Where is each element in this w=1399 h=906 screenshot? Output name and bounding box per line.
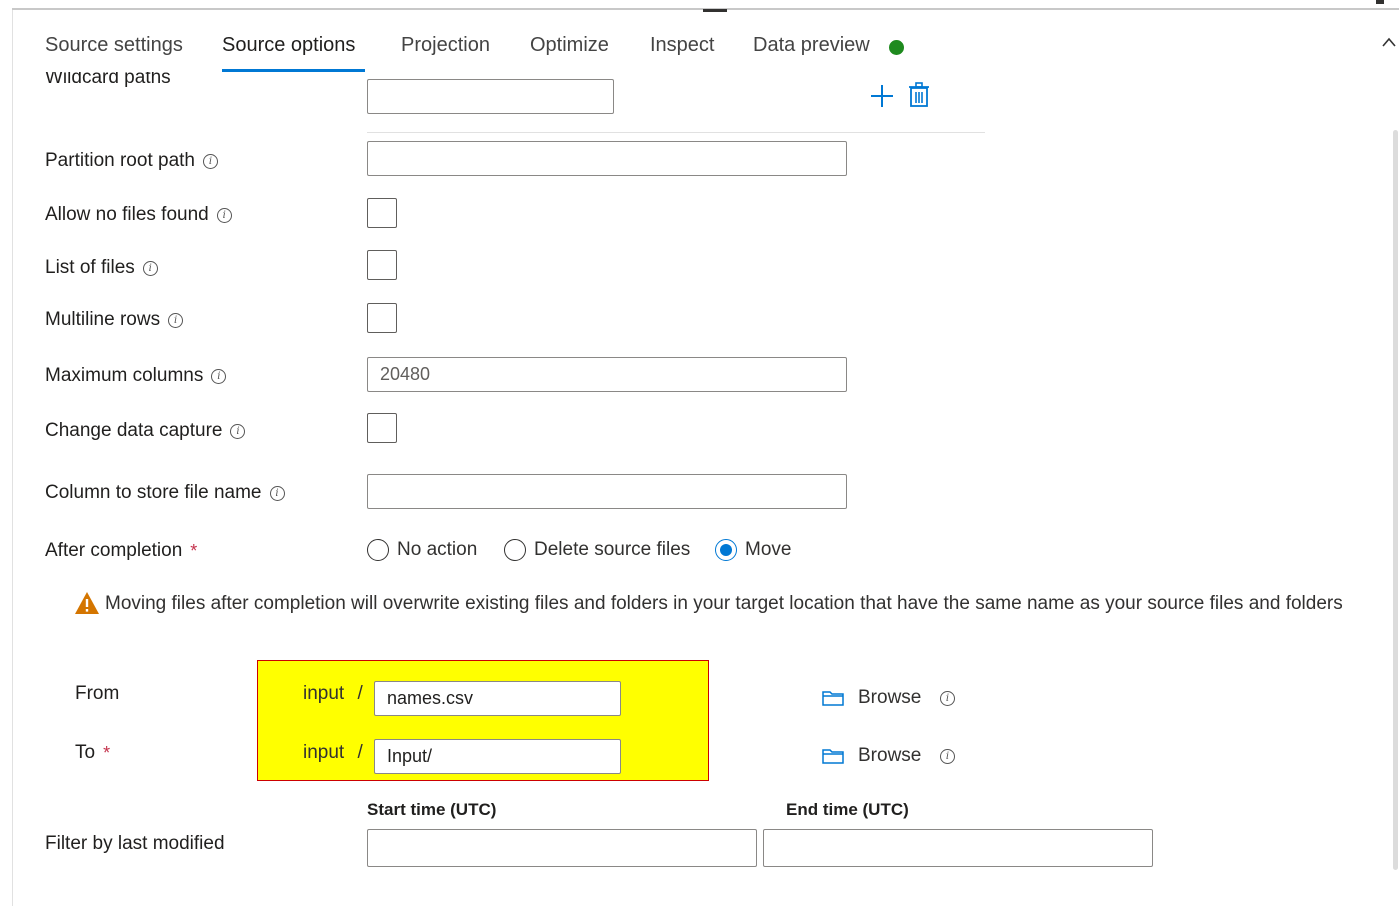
multiline-rows-text: Multiline rows (45, 309, 161, 330)
change-data-capture-checkbox[interactable] (367, 413, 397, 443)
tab-projection[interactable]: Projection (401, 34, 490, 57)
from-text: From (75, 683, 120, 704)
filter-last-modified-label: Filter by last modified (45, 831, 225, 857)
to-separator: / (357, 742, 363, 763)
info-icon[interactable]: i (142, 260, 158, 276)
multiline-rows-label: Multiline rows i (45, 307, 184, 333)
trash-icon[interactable] (908, 82, 930, 108)
chevron-up-icon[interactable] (1381, 36, 1397, 48)
after-completion-label: After completion * (45, 538, 197, 564)
from-separator: / (357, 683, 363, 704)
radio-circle[interactable] (367, 539, 389, 561)
tab-source-settings[interactable]: Source settings (45, 34, 183, 57)
from-path-value: names.csv (387, 688, 474, 708)
wildcard-path-input[interactable] (367, 79, 614, 114)
partition-root-path-input[interactable] (367, 141, 847, 176)
radio-move-label: Move (745, 539, 792, 560)
plus-icon[interactable] (870, 84, 894, 108)
after-completion-text: After completion (45, 540, 183, 561)
radio-no-action[interactable]: No action (367, 539, 477, 561)
to-path-value: Input/ (387, 746, 433, 766)
start-time-input[interactable] (367, 829, 757, 867)
maximum-columns-label: Maximum columns i (45, 363, 227, 389)
radio-delete-source-files-label: Delete source files (534, 539, 691, 560)
change-data-capture-text: Change data capture (45, 420, 223, 441)
partition-root-path-text: Partition root path (45, 150, 195, 171)
start-time-label: Start time (UTC) (367, 800, 497, 819)
tab-inspect[interactable]: Inspect (650, 34, 714, 57)
overwrite-warning-text: Moving files after completion will overw… (105, 593, 1343, 614)
to-text: To (75, 742, 96, 763)
from-browse-button[interactable]: Browse (822, 687, 921, 709)
filter-last-modified-text: Filter by last modified (45, 833, 225, 854)
end-time-input[interactable] (763, 829, 1153, 867)
radio-move[interactable]: Move (715, 539, 791, 561)
from-prefix: input / (303, 683, 363, 705)
maximum-columns-input[interactable]: 20480 (367, 357, 847, 392)
folder-icon (822, 749, 844, 764)
required-asterisk: * (103, 742, 111, 763)
allow-no-files-label: Allow no files found i (45, 202, 232, 228)
tab-data-preview[interactable]: Data preview (753, 34, 870, 57)
to-path-input[interactable]: Input/ (374, 739, 621, 774)
change-data-capture-label: Change data capture i (45, 418, 246, 444)
info-icon[interactable]: i (269, 485, 285, 501)
end-time-label: End time (UTC) (786, 800, 909, 819)
section-divider (367, 132, 985, 133)
multiline-rows-checkbox[interactable] (367, 303, 397, 333)
radio-circle-selected[interactable] (715, 539, 737, 561)
info-icon[interactable]: i (202, 153, 218, 169)
active-tab-indicator (222, 69, 365, 72)
info-icon[interactable]: i (940, 691, 955, 706)
column-file-name-text: Column to store file name (45, 482, 262, 503)
column-file-name-label: Column to store file name i (45, 480, 285, 506)
info-icon[interactable]: i (216, 207, 232, 223)
allow-no-files-checkbox[interactable] (367, 198, 397, 228)
tab-optimize[interactable]: Optimize (530, 34, 609, 57)
info-icon[interactable]: i (940, 749, 955, 764)
tab-source-options[interactable]: Source options (222, 34, 355, 57)
column-file-name-input[interactable] (367, 474, 847, 509)
left-border (12, 10, 13, 906)
radio-delete-source-files[interactable]: Delete source files (504, 539, 690, 561)
info-icon[interactable]: i (230, 423, 246, 439)
list-of-files-text: List of files (45, 257, 135, 278)
required-asterisk: * (190, 540, 198, 561)
corner-mark (1376, 0, 1384, 4)
data-preview-status-dot (889, 40, 904, 55)
radio-circle[interactable] (504, 539, 526, 561)
to-prefix-text: input (303, 742, 345, 763)
maximum-columns-text: Maximum columns (45, 365, 204, 386)
folder-icon (822, 691, 844, 706)
to-prefix: input / (303, 742, 363, 764)
warning-icon (75, 592, 99, 614)
list-of-files-label: List of files i (45, 255, 158, 281)
partition-root-path-label: Partition root path i (45, 148, 218, 174)
from-prefix-text: input (303, 683, 345, 704)
wildcard-paths-label: Wildcard paths (45, 67, 171, 90)
from-browse-label: Browse (858, 687, 922, 708)
allow-no-files-text: Allow no files found (45, 204, 209, 225)
list-of-files-checkbox[interactable] (367, 250, 397, 280)
info-icon[interactable]: i (211, 368, 227, 384)
radio-no-action-label: No action (397, 539, 478, 560)
scrollbar-thumb[interactable] (1393, 130, 1398, 870)
maximum-columns-value: 20480 (380, 364, 431, 384)
info-icon[interactable]: i (168, 312, 184, 328)
to-label: To * (75, 740, 110, 766)
from-label: From (75, 681, 119, 707)
splitter-handle[interactable] (703, 9, 727, 12)
to-browse-button[interactable]: Browse (822, 745, 921, 767)
to-browse-label: Browse (858, 745, 922, 766)
from-path-input[interactable]: names.csv (374, 681, 621, 716)
wildcard-paths-text: Wildcard paths (45, 67, 171, 88)
